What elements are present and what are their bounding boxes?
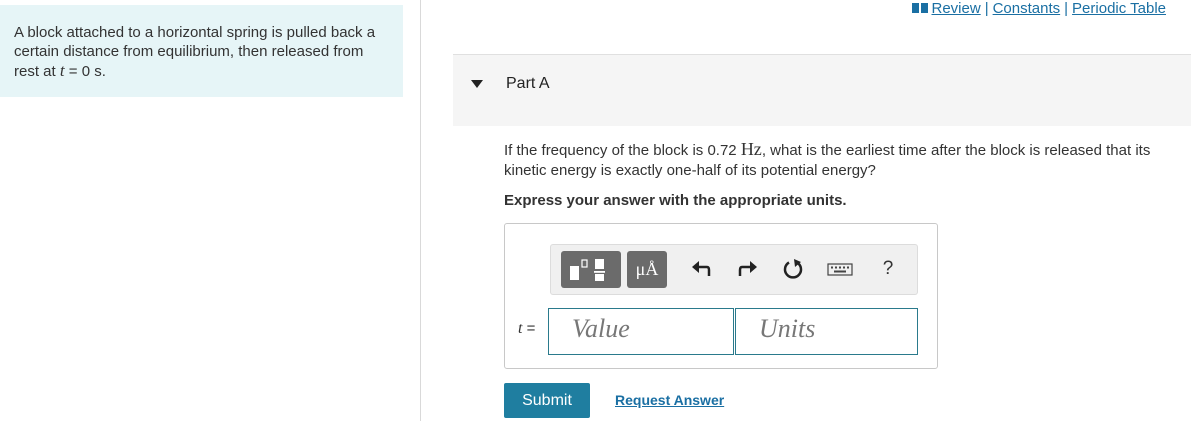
link-separator: | [984,0,989,17]
column-divider [420,0,421,421]
reset-icon[interactable] [782,258,804,280]
link-separator: | [1064,0,1069,17]
frequency-unit: Hz [740,139,762,159]
periodic-table-link[interactable]: Periodic Table [1072,0,1166,17]
part-a-header[interactable]: Part A [453,54,1191,126]
templates-button[interactable] [561,251,621,288]
templates-icon [570,259,605,281]
answer-box: μÅ ? t = Value Units [504,223,938,369]
redo-icon[interactable] [736,258,758,280]
submit-button[interactable]: Submit [504,383,590,418]
collapse-triangle-icon[interactable] [471,80,483,88]
request-answer-link[interactable]: Request Answer [615,392,724,408]
constants-link[interactable]: Constants [993,0,1061,17]
answer-instruction: Express your answer with the appropriate… [504,192,847,209]
math-toolbar: μÅ ? [550,244,918,295]
problem-intro: A block attached to a horizontal spring … [0,5,403,97]
book-icon [911,2,928,13]
answer-variable-label: t = [518,320,536,337]
units-input[interactable]: Units [735,308,918,355]
part-title: Part A [506,75,550,92]
undo-icon[interactable] [691,258,713,280]
intro-text-end: = 0 s. [64,63,106,80]
question-text: If the frequency of the block is 0.72 Hz… [504,139,1151,179]
help-icon[interactable]: ? [877,258,899,280]
value-input[interactable]: Value [548,308,734,355]
review-link[interactable]: Review [932,0,981,17]
symbols-button[interactable]: μÅ [627,251,667,288]
resource-links: Review | Constants | Periodic Table [911,0,1166,17]
keyboard-icon[interactable] [827,258,853,280]
